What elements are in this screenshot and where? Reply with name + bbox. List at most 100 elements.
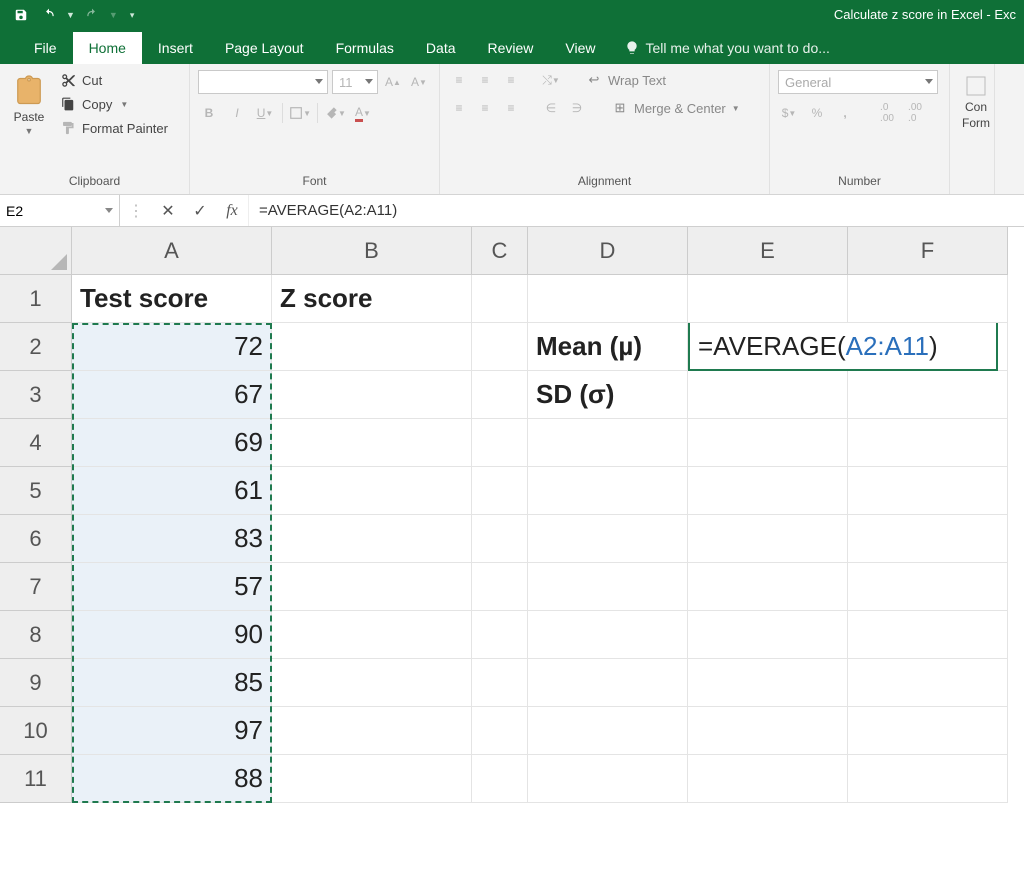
cell-A5[interactable]: 61 xyxy=(72,467,272,515)
cell-A8[interactable]: 90 xyxy=(72,611,272,659)
row-header-4[interactable]: 4 xyxy=(0,419,72,467)
cell-C3[interactable] xyxy=(472,371,528,419)
cell-F8[interactable] xyxy=(848,611,1008,659)
column-header-D[interactable]: D xyxy=(528,227,688,275)
qat-customize-icon[interactable]: ▾ xyxy=(130,10,135,21)
cell-E3[interactable] xyxy=(688,371,848,419)
undo-dropdown-icon[interactable]: ▼ xyxy=(66,10,75,20)
cell-D4[interactable] xyxy=(528,419,688,467)
select-all-corner[interactable] xyxy=(0,227,72,275)
cell-C5[interactable] xyxy=(472,467,528,515)
cut-button[interactable]: Cut xyxy=(56,70,172,90)
cell-C7[interactable] xyxy=(472,563,528,611)
cell-F9[interactable] xyxy=(848,659,1008,707)
tab-home[interactable]: Home xyxy=(73,32,142,64)
cell-E9[interactable] xyxy=(688,659,848,707)
formula-options-icon[interactable]: ⋮ xyxy=(120,201,152,221)
cell-C10[interactable] xyxy=(472,707,528,755)
column-header-C[interactable]: C xyxy=(472,227,528,275)
row-header-11[interactable]: 11 xyxy=(0,755,72,803)
cell-C9[interactable] xyxy=(472,659,528,707)
name-box-input[interactable] xyxy=(6,203,86,219)
paste-button[interactable]: Paste ▼ xyxy=(8,70,50,136)
cell-A9[interactable]: 85 xyxy=(72,659,272,707)
cell-C8[interactable] xyxy=(472,611,528,659)
row-header-7[interactable]: 7 xyxy=(0,563,72,611)
cell-E5[interactable] xyxy=(688,467,848,515)
cell-B2[interactable] xyxy=(272,323,472,371)
cell-F11[interactable] xyxy=(848,755,1008,803)
confirm-formula-button[interactable]: ✓ xyxy=(184,201,216,221)
cell-D7[interactable] xyxy=(528,563,688,611)
cell-F4[interactable] xyxy=(848,419,1008,467)
cell-B7[interactable] xyxy=(272,563,472,611)
formula-input[interactable]: =AVERAGE(A2:A11) xyxy=(249,195,1024,226)
tab-view[interactable]: View xyxy=(549,32,611,64)
cell-D8[interactable] xyxy=(528,611,688,659)
name-box-dropdown-icon[interactable] xyxy=(105,208,113,213)
cell-B4[interactable] xyxy=(272,419,472,467)
cell-B10[interactable] xyxy=(272,707,472,755)
cell-B1[interactable]: Z score xyxy=(272,275,472,323)
row-header-2[interactable]: 2 xyxy=(0,323,72,371)
row-header-3[interactable]: 3 xyxy=(0,371,72,419)
tab-file[interactable]: File xyxy=(18,32,73,64)
tellme-search[interactable]: Tell me what you want to do... xyxy=(612,32,842,64)
row-header-5[interactable]: 5 xyxy=(0,467,72,515)
cell-D6[interactable] xyxy=(528,515,688,563)
cell-A7[interactable]: 57 xyxy=(72,563,272,611)
cell-A10[interactable]: 97 xyxy=(72,707,272,755)
column-header-B[interactable]: B xyxy=(272,227,472,275)
cancel-formula-button[interactable]: ✕ xyxy=(152,201,184,221)
cell-B5[interactable] xyxy=(272,467,472,515)
tab-formulas[interactable]: Formulas xyxy=(320,32,410,64)
cell-C4[interactable] xyxy=(472,419,528,467)
cell-D11[interactable] xyxy=(528,755,688,803)
cell-A11[interactable]: 88 xyxy=(72,755,272,803)
cell-B11[interactable] xyxy=(272,755,472,803)
row-header-1[interactable]: 1 xyxy=(0,275,72,323)
cell-E6[interactable] xyxy=(688,515,848,563)
cell-D10[interactable] xyxy=(528,707,688,755)
fx-icon[interactable]: fx xyxy=(216,202,248,220)
cell-E7[interactable] xyxy=(688,563,848,611)
cell-A4[interactable]: 69 xyxy=(72,419,272,467)
row-header-8[interactable]: 8 xyxy=(0,611,72,659)
tab-page-layout[interactable]: Page Layout xyxy=(209,32,320,64)
name-box[interactable] xyxy=(0,195,120,226)
cell-C6[interactable] xyxy=(472,515,528,563)
cell-A1[interactable]: Test score xyxy=(72,275,272,323)
tab-insert[interactable]: Insert xyxy=(142,32,209,64)
cell-D1[interactable] xyxy=(528,275,688,323)
cell-F3[interactable] xyxy=(848,371,1008,419)
cell-A3[interactable]: 67 xyxy=(72,371,272,419)
cell-F1[interactable] xyxy=(848,275,1008,323)
row-header-6[interactable]: 6 xyxy=(0,515,72,563)
cell-D5[interactable] xyxy=(528,467,688,515)
cell-F7[interactable] xyxy=(848,563,1008,611)
undo-icon[interactable] xyxy=(38,4,60,26)
cell-B9[interactable] xyxy=(272,659,472,707)
cell-C2[interactable] xyxy=(472,323,528,371)
cell-E11[interactable] xyxy=(688,755,848,803)
copy-button[interactable]: Copy ▼ xyxy=(56,94,172,114)
row-header-10[interactable]: 10 xyxy=(0,707,72,755)
tab-data[interactable]: Data xyxy=(410,32,472,64)
cell-edit-overlay[interactable]: =AVERAGE(A2:A11) xyxy=(690,323,996,369)
cell-F5[interactable] xyxy=(848,467,1008,515)
cell-A2[interactable]: 72 xyxy=(72,323,272,371)
cell-A6[interactable]: 83 xyxy=(72,515,272,563)
cell-D3[interactable]: SD (σ) xyxy=(528,371,688,419)
column-header-F[interactable]: F xyxy=(848,227,1008,275)
cell-B8[interactable] xyxy=(272,611,472,659)
cell-C1[interactable] xyxy=(472,275,528,323)
cell-E4[interactable] xyxy=(688,419,848,467)
cell-E1[interactable] xyxy=(688,275,848,323)
cell-C11[interactable] xyxy=(472,755,528,803)
save-icon[interactable] xyxy=(10,4,32,26)
row-header-9[interactable]: 9 xyxy=(0,659,72,707)
column-header-E[interactable]: E xyxy=(688,227,848,275)
column-header-A[interactable]: A xyxy=(72,227,272,275)
tab-review[interactable]: Review xyxy=(472,32,550,64)
cell-D9[interactable] xyxy=(528,659,688,707)
